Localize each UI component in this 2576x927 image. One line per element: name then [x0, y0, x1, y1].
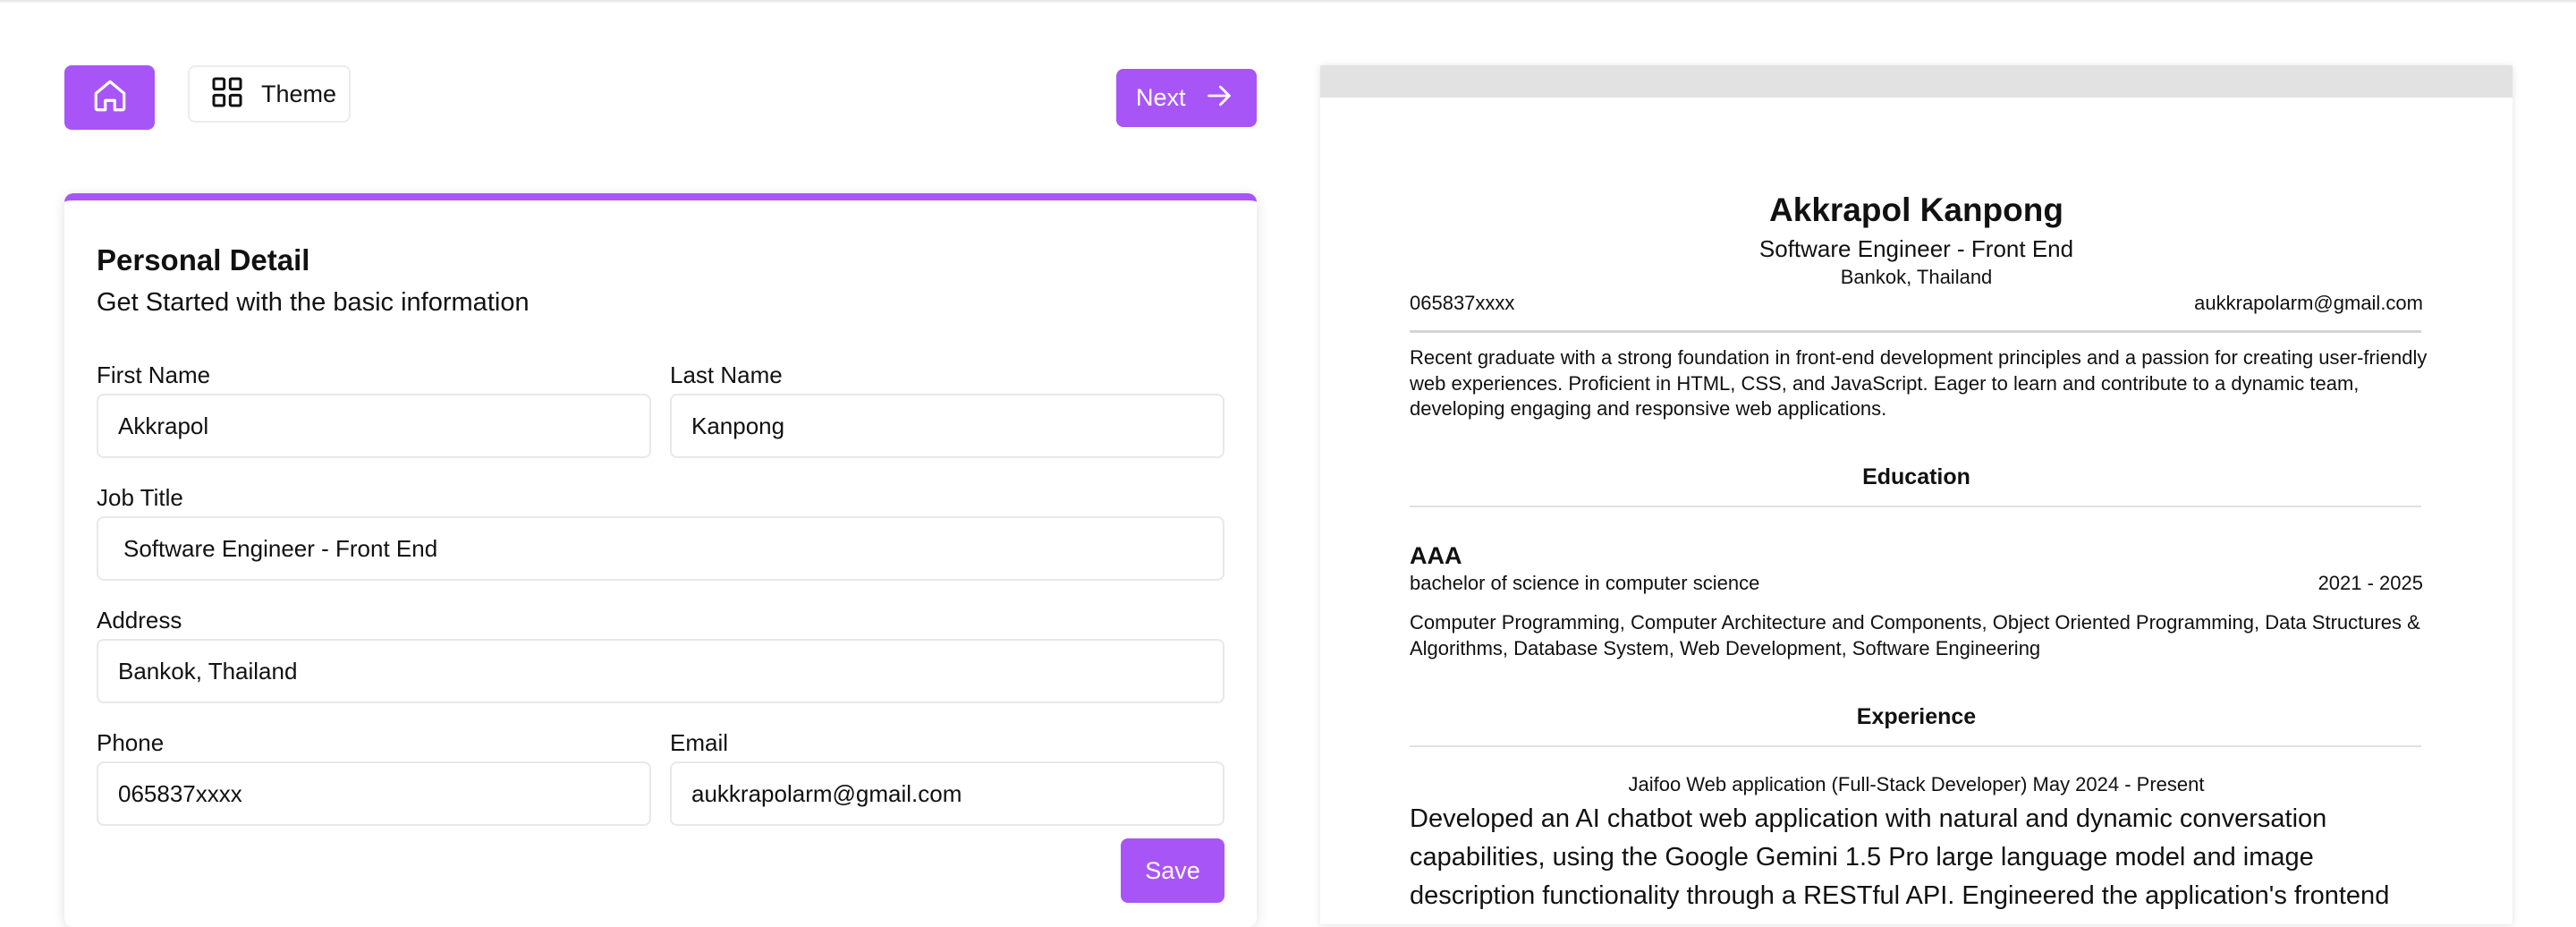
layout-grid-icon [209, 74, 245, 115]
resume-email: aukkrapolarm@gmail.com [2194, 292, 2423, 314]
resume-name: Akkrapol Kanpong [1769, 191, 2063, 228]
address-input[interactable] [97, 639, 1224, 703]
job-title-label: Job Title [97, 484, 183, 511]
next-label: Next [1136, 84, 1186, 111]
preview-header-bar [1320, 65, 2512, 98]
home-button[interactable] [64, 65, 155, 130]
first-name-label: First Name [97, 361, 211, 388]
resume-phone: 065837xxxx [1410, 292, 1515, 314]
resume-preview: Akkrapol Kanpong Software Engineer - Fro… [1320, 65, 2512, 924]
email-input[interactable] [670, 761, 1224, 826]
experience-divider [1410, 745, 2421, 747]
header-divider [1410, 330, 2421, 333]
theme-label: Theme [261, 80, 337, 107]
resume-summary: Recent graduate with a strong foundation… [1410, 346, 2428, 420]
top-shadow [0, 0, 2576, 4]
education-degree: bachelor of science in computer science [1410, 572, 1760, 594]
education-divider [1410, 506, 2421, 507]
phone-label: Phone [97, 729, 165, 756]
experience-title: Jaifoo Web application (Full-Stack Devel… [1628, 773, 2205, 795]
form-title: Personal Detail [97, 243, 310, 276]
save-button[interactable]: Save [1121, 838, 1224, 903]
education-heading: Education [1862, 464, 1970, 489]
home-icon [91, 77, 129, 119]
job-title-input[interactable] [97, 516, 1224, 581]
education-years: 2021 - 2025 [2318, 572, 2423, 594]
experience-heading: Experience [1856, 704, 1977, 729]
experience-description: Developed an AI chatbot web application … [1410, 804, 2390, 910]
email-label: Email [670, 729, 729, 756]
address-label: Address [97, 607, 182, 634]
last-name-label: Last Name [670, 361, 783, 388]
theme-button[interactable]: Theme [188, 65, 351, 123]
arrow-right-icon [1204, 81, 1234, 115]
education-school: AAA [1410, 542, 1462, 569]
last-name-input[interactable] [670, 394, 1224, 458]
form-subtitle: Get Started with the basic information [97, 288, 530, 317]
resume-job-title: Software Engineer - Front End [1758, 235, 2074, 262]
personal-detail-form: Personal Detail Get Started with the bas… [64, 193, 1257, 927]
phone-input[interactable] [97, 761, 651, 826]
next-button[interactable]: Next [1116, 69, 1257, 127]
education-courses: Computer Programming, Computer Architect… [1410, 611, 2420, 659]
first-name-input[interactable] [97, 394, 651, 458]
resume-address: Bankok, Thailand [1840, 266, 1993, 288]
